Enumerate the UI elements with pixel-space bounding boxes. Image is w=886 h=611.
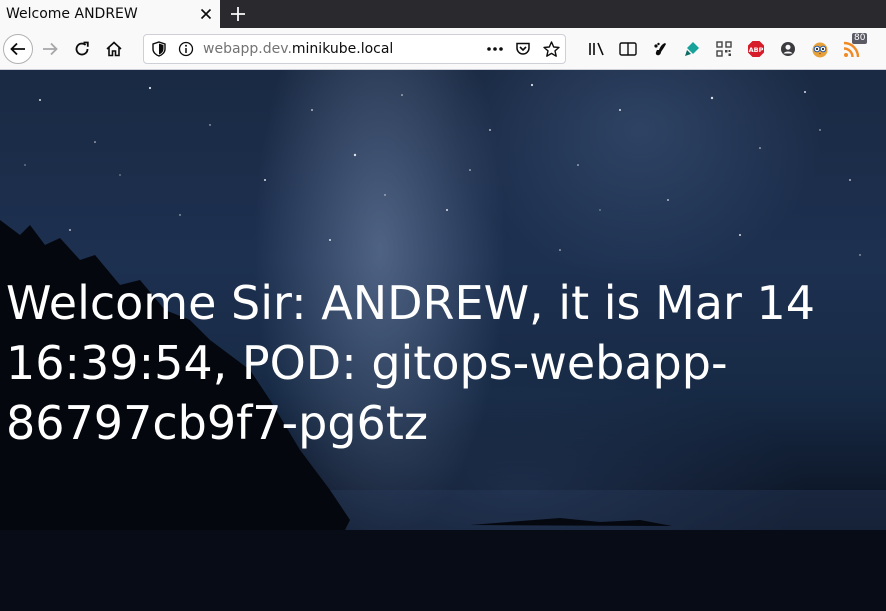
- rss-count-badge: 80: [852, 33, 868, 44]
- close-tab-icon[interactable]: [196, 4, 216, 24]
- library-icon[interactable]: [583, 35, 611, 63]
- page-viewport: Welcome Sir: ANDREW, it is Mar 14 16:39:…: [0, 70, 886, 611]
- svg-text:ABP: ABP: [749, 46, 764, 54]
- bookmark-star-icon[interactable]: [542, 40, 560, 58]
- stars: [24, 83, 861, 256]
- url-text[interactable]: webapp.dev.minikube.local: [203, 41, 393, 57]
- tab-strip: Welcome ANDREW: [0, 0, 886, 28]
- gnome-extension-icon[interactable]: [646, 35, 674, 63]
- reader-view-icon[interactable]: [614, 35, 642, 63]
- url-host-prefix: webapp.dev.: [203, 41, 292, 57]
- page-actions-icon[interactable]: [486, 40, 504, 58]
- welcome-message: Welcome Sir: ANDREW, it is Mar 14 16:39:…: [6, 276, 816, 450]
- rss-feed-icon[interactable]: 80: [838, 33, 868, 63]
- address-bar[interactable]: webapp.dev.minikube.local: [143, 34, 566, 64]
- account-icon[interactable]: [774, 35, 802, 63]
- site-info-icon[interactable]: [177, 40, 195, 58]
- reload-icon[interactable]: [68, 35, 96, 63]
- back-icon[interactable]: [3, 34, 33, 64]
- adblock-plus-icon[interactable]: ABP: [742, 35, 770, 63]
- home-icon[interactable]: [100, 35, 128, 63]
- highlighter-extension-icon[interactable]: [678, 35, 706, 63]
- tab-title: Welcome ANDREW: [6, 6, 138, 22]
- tab-active[interactable]: Welcome ANDREW: [0, 0, 220, 28]
- url-host-domain: minikube.local: [291, 41, 394, 57]
- navigation-toolbar: webapp.dev.minikube.local ABP 80: [0, 28, 886, 70]
- tracking-shield-icon[interactable]: [150, 40, 168, 58]
- new-tab-icon[interactable]: [226, 2, 250, 26]
- pocket-icon[interactable]: [514, 40, 532, 58]
- forward-icon[interactable]: [36, 35, 64, 63]
- owl-extension-icon[interactable]: [806, 35, 834, 63]
- qr-code-icon[interactable]: [710, 35, 738, 63]
